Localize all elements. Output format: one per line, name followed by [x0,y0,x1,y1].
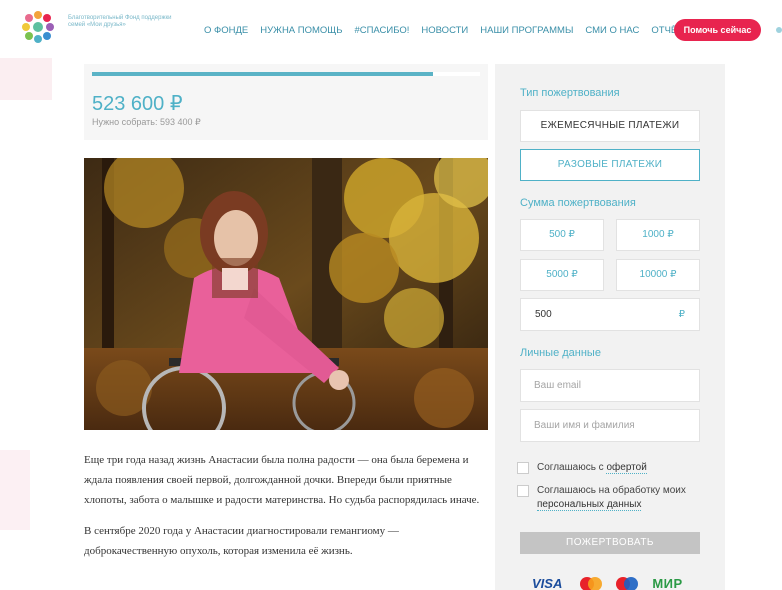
email-input[interactable] [520,369,700,402]
story-text: Еще три года назад жизнь Анастасии была … [84,450,484,572]
decorative-background [0,450,30,530]
nav-item-news[interactable]: НОВОСТИ [421,25,468,36]
offer-link[interactable]: офертой [606,462,647,474]
personal-data-link[interactable]: персональных данных [537,499,642,511]
progress-bar-fill [92,72,434,76]
amount-value: 500 [535,309,552,320]
visa-logo: VISA [532,576,563,590]
offer-checkbox[interactable] [517,462,529,474]
foundation-logo[interactable] [20,9,56,45]
decorative-background [0,58,52,100]
amount-option-1000[interactable]: 1000 ₽ [616,219,700,251]
foundation-name: Благотворительный Фонд поддержки семей «… [68,15,172,28]
name-input[interactable] [520,409,700,442]
fundraising-progress-card: 523 600 ₽ Нужно собрать: 593 400 ₽ [84,64,488,140]
monthly-payments-button[interactable]: ЕЖЕМЕСЯЧНЫЕ ПЛАТЕЖИ [520,110,700,142]
mastercard-logo [580,576,603,590]
nav-item-need-help[interactable]: НУЖНА ПОМОЩЬ [260,25,342,36]
target-amount: Нужно собрать: 593 400 ₽ [92,117,201,127]
decorative-dot [776,27,782,33]
donation-type-title: Тип пожертвования [520,87,620,99]
main-nav: О ФОНДЕ НУЖНА ПОМОЩЬ #СПАСИБО! НОВОСТИ Н… [204,25,703,36]
nav-item-media[interactable]: СМИ О НАС [585,25,639,36]
mir-logo: МИР [652,576,683,590]
donate-button[interactable]: ПОЖЕРТВОВАТЬ [520,532,700,554]
donation-amount-title: Сумма пожертвования [520,197,636,209]
amount-option-5000[interactable]: 5000 ₽ [520,259,604,291]
personal-data-title: Личные данные [520,347,601,359]
offer-label: Соглашаюсь с офертой [537,462,647,474]
currency-symbol: ₽ [678,309,685,320]
story-photo [84,158,488,430]
story-paragraph: В сентябре 2020 года у Анастасии диагнос… [84,525,399,557]
progress-bar [92,72,480,76]
nav-item-programs[interactable]: НАШИ ПРОГРАММЫ [480,25,573,36]
amount-option-500[interactable]: 500 ₽ [520,219,604,251]
nav-item-about[interactable]: О ФОНДЕ [204,25,248,36]
story-paragraph: Еще три года назад жизнь Анастасии была … [84,454,480,506]
raised-amount: 523 600 ₽ [92,93,183,115]
personal-data-label: Соглашаюсь на обработку моих персональны… [537,485,686,511]
maestro-logo [616,576,639,590]
payment-logos: VISA МИР [532,576,683,590]
nav-item-thanks[interactable]: #СПАСИБО! [354,25,409,36]
amount-option-10000[interactable]: 10000 ₽ [616,259,700,291]
help-now-button[interactable]: Помочь сейчас [674,19,761,41]
amount-input[interactable]: 500 ₽ [520,298,700,331]
onetime-payments-button[interactable]: РАЗОВЫЕ ПЛАТЕЖИ [520,149,700,181]
site-header: Благотворительный Фонд поддержки семей «… [0,0,782,58]
personal-data-checkbox[interactable] [517,485,529,497]
